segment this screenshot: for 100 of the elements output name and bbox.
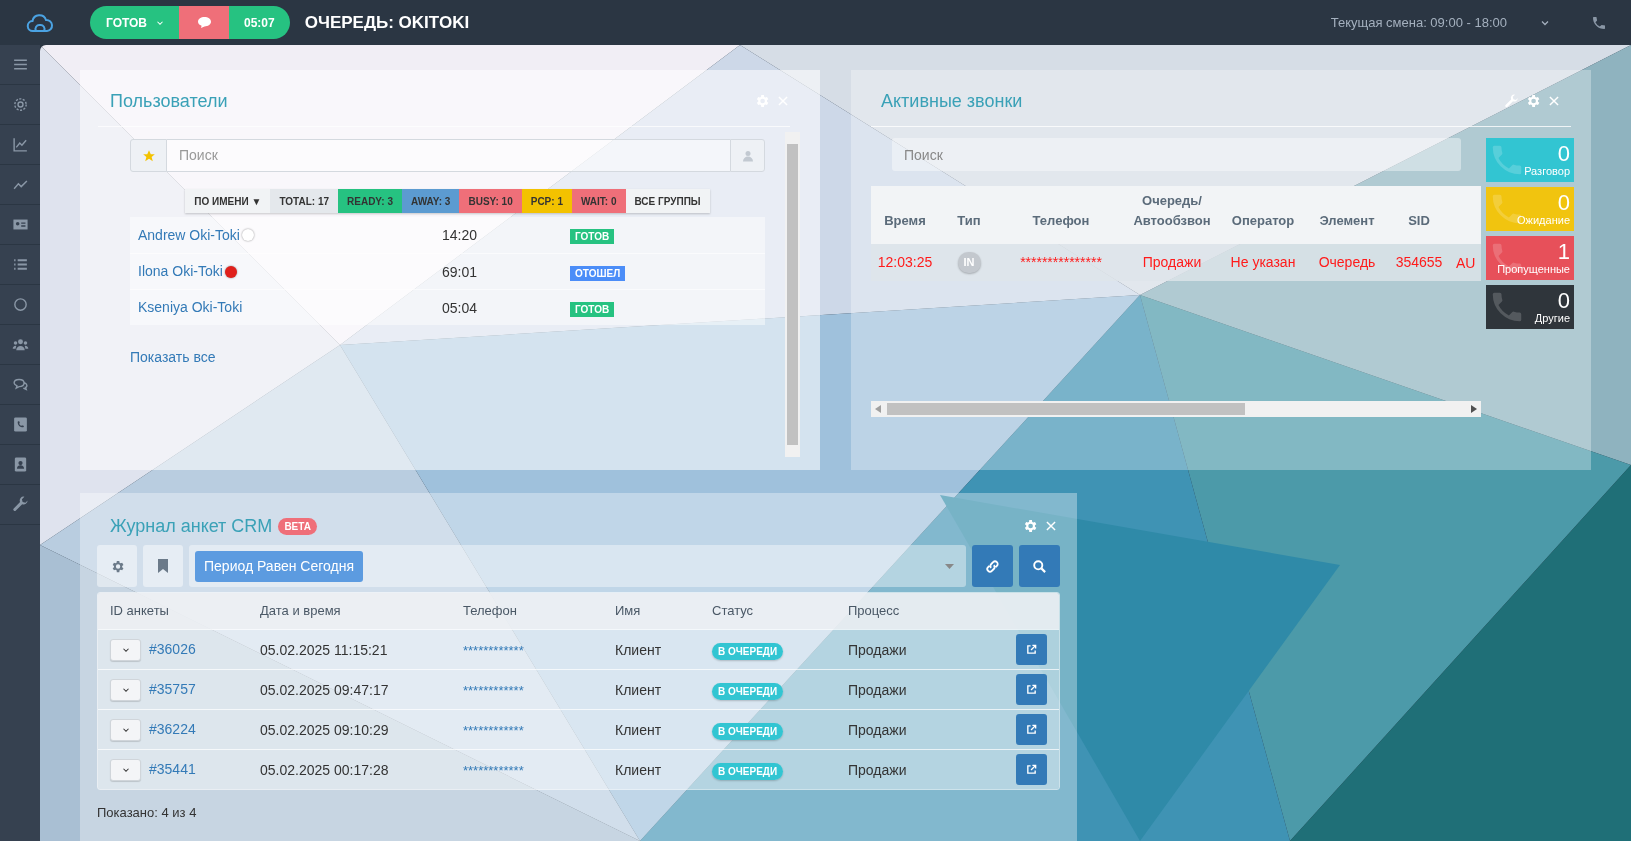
panel-title: Пользователи — [110, 89, 228, 113]
panel-title: Журнал анкет CRM — [110, 514, 273, 538]
open-button[interactable] — [1016, 674, 1047, 705]
call-counter-tile[interactable]: 1 Пропущенные — [1486, 236, 1574, 280]
open-button[interactable] — [1016, 754, 1047, 785]
search-button[interactable] — [1019, 545, 1060, 587]
settings-icon — [11, 96, 29, 113]
time-cell: 14:20 — [442, 227, 478, 243]
settings-button[interactable] — [97, 545, 137, 587]
table-cell: ************ — [463, 642, 524, 658]
scroll-right-icon — [1471, 405, 1477, 413]
time-cell: 05:04 — [442, 299, 478, 316]
counter-label: Другие — [1534, 311, 1570, 325]
external-link-icon — [1026, 764, 1037, 775]
phone-icon[interactable] — [1591, 14, 1607, 31]
search-icon — [1032, 558, 1047, 574]
table-cell-text: Не указан — [1230, 253, 1296, 272]
call-counter-tile[interactable]: 0 Другие — [1486, 285, 1574, 329]
table-cell-text: 354655 — [1395, 253, 1443, 272]
form-id-link[interactable]: #35441 — [149, 759, 196, 780]
wrench-icon[interactable] — [1504, 93, 1519, 109]
time-cell: 69:01 — [442, 263, 478, 280]
counter-label: Пропущенные — [1497, 262, 1570, 276]
table-cell-text: Очередь — [1318, 253, 1376, 272]
external-link-icon — [1026, 724, 1037, 735]
vertical-scrollbar[interactable] — [785, 132, 800, 457]
chat-button[interactable] — [179, 6, 229, 39]
timer: 05:07 — [229, 6, 290, 39]
circle-icon — [11, 296, 29, 313]
form-id-link[interactable]: #36026 — [149, 639, 196, 660]
call-type-badge: IN — [957, 252, 981, 273]
cloud-logo-icon — [26, 12, 54, 33]
filter-tab[interactable]: AWAY: 3 — [401, 189, 460, 213]
filter-tab[interactable]: WAIT: 0 — [571, 189, 626, 213]
column-header: Дата и время — [260, 602, 342, 621]
bookmark-button[interactable] — [143, 545, 183, 587]
wrench-icon — [11, 496, 29, 513]
table-cell: Продажи — [848, 641, 907, 658]
status-badge: ГОТОВ — [570, 229, 615, 244]
table-cell: AU — [1456, 254, 1476, 271]
table-cell: Клиент — [615, 761, 662, 778]
filter-field[interactable]: Период Равен Сегодня — [189, 545, 966, 587]
form-id-link[interactable]: #35757 — [149, 679, 196, 700]
filter-tab[interactable]: PCP: 1 — [521, 189, 572, 213]
counter-label: Ожидание — [1517, 213, 1570, 227]
table-cell: 05.02.2025 00:17:28 — [260, 761, 389, 778]
external-link-icon — [1026, 684, 1037, 695]
column-header: Телефон — [463, 602, 518, 621]
open-button[interactable] — [1016, 714, 1047, 745]
open-button[interactable] — [1016, 634, 1047, 665]
filter-tab[interactable]: ВСЕ ГРУППЫ — [625, 189, 710, 213]
external-link-icon — [1026, 644, 1037, 655]
table-cell: 05.02.2025 09:47:17 — [260, 681, 389, 698]
gear-icon[interactable] — [1022, 518, 1038, 534]
filter-tab[interactable]: ПО ИМЕНИ ▼ — [185, 189, 271, 213]
show-all-link[interactable]: Показать все — [130, 349, 216, 365]
form-id-link[interactable]: #36224 — [149, 719, 196, 740]
user-name-link[interactable]: Kseniya Oki-Toki — [138, 297, 243, 318]
counter-value: 0 — [1557, 142, 1570, 165]
table-cell-text: 12:03:25 — [877, 253, 933, 272]
user-name-link[interactable]: Andrew Oki-Toki — [138, 224, 240, 246]
counter-value: 0 — [1557, 191, 1570, 214]
table-cell: Клиент — [615, 641, 662, 658]
counter-label: Разговор — [1524, 164, 1570, 178]
filter-tab[interactable]: BUSY: 10 — [459, 189, 522, 213]
queue-title: ОЧЕРЕДЬ: OKITOKI — [304, 11, 470, 34]
column-header: Процесс — [848, 602, 901, 621]
table-cell: Клиент — [615, 721, 662, 738]
user-icon — [741, 149, 754, 162]
table-cell: Продажи — [848, 721, 907, 738]
table-cell: Продажи — [848, 681, 907, 698]
filter-tab[interactable]: READY: 3 — [338, 189, 402, 213]
link-icon — [985, 558, 1000, 574]
close-icon[interactable] — [1547, 94, 1561, 108]
counter-value: 1 — [1557, 240, 1570, 263]
table-cell: Клиент — [615, 681, 662, 698]
list-icon — [11, 256, 29, 273]
link-button[interactable] — [972, 545, 1013, 587]
phone-book-icon — [11, 416, 29, 433]
close-icon[interactable] — [1044, 519, 1058, 533]
line-chart-icon — [11, 136, 29, 153]
table-cell: 05.02.2025 09:10:29 — [260, 721, 389, 738]
table-cell-text: Продажи — [1142, 253, 1202, 272]
scroll-left-icon — [875, 405, 881, 413]
column-header: Имя — [615, 602, 642, 621]
filter-tab[interactable]: TOTAL: 17 — [270, 189, 339, 213]
status-dropdown[interactable]: ГОТОВ — [90, 6, 179, 39]
table-cell-text: *************** — [1020, 253, 1102, 272]
gear-icon[interactable] — [1525, 93, 1541, 109]
star-icon — [141, 148, 156, 163]
table-cell: 05.02.2025 11:15:21 — [260, 641, 388, 658]
horizontal-scrollbar[interactable] — [871, 401, 1481, 417]
users-icon — [11, 336, 29, 353]
search-field[interactable]: Поиск — [167, 139, 730, 172]
pagination-summary: Показано: 4 из 4 — [97, 804, 198, 822]
filter-chip[interactable]: Период Равен Сегодня — [195, 550, 363, 582]
column-header: Очередь/ Автообзвон — [1132, 192, 1212, 230]
table-cell: Продажи — [848, 761, 907, 778]
user-name-link[interactable]: Ilona Oki-Toki — [138, 261, 223, 282]
panel-title: Активные звонки — [881, 89, 1023, 113]
